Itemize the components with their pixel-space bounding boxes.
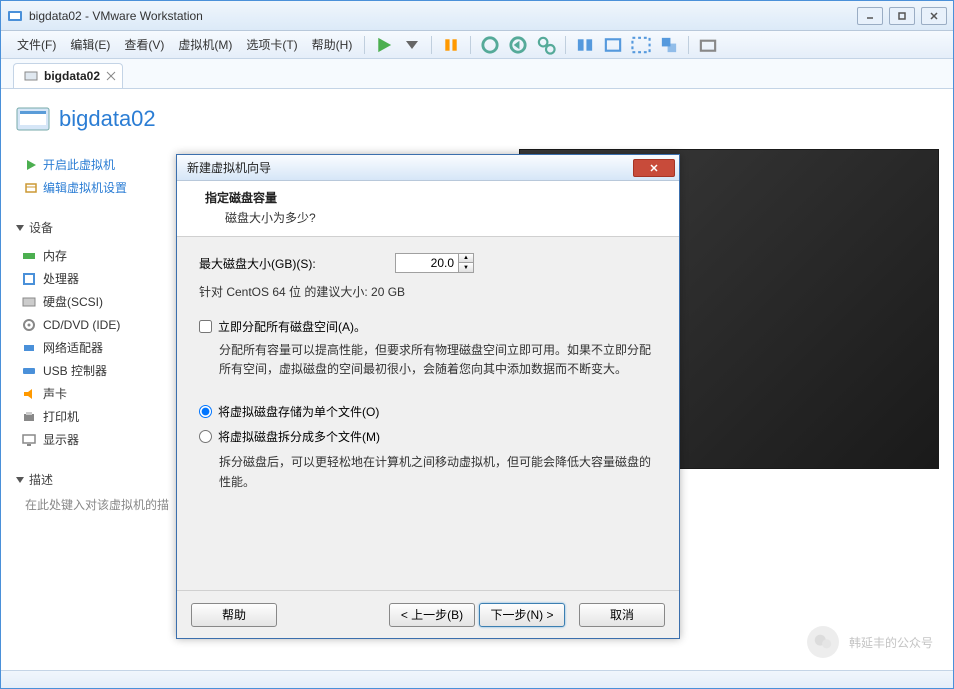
menu-edit[interactable]: 编辑(E) [64,32,116,57]
dialog-title-text: 新建虚拟机向导 [187,159,633,176]
dialog-body: 最大磁盘大小(GB)(S): ▲ ▼ 针对 CentOS 64 位 的建议大小:… [177,237,679,590]
menu-help[interactable]: 帮助(H) [306,32,359,57]
vm-name-label: bigdata02 [59,106,156,132]
store-single-label: 将虚拟磁盘存储为单个文件(O) [218,403,379,420]
store-split-label: 将虚拟磁盘拆分成多个文件(M) [218,428,380,445]
next-button[interactable]: 下一步(N) > [479,603,565,627]
dropdown-icon[interactable] [402,35,422,55]
dialog-close-button[interactable] [633,159,675,177]
tabbar: bigdata02 [1,59,953,89]
store-single-row: 将虚拟磁盘存储为单个文件(O) [199,403,657,420]
vm-tab-icon [24,69,38,83]
cd-icon [21,317,37,333]
devices-label: 设备 [29,219,53,236]
statusbar [1,670,953,688]
library-icon[interactable] [698,35,718,55]
menu-file[interactable]: 文件(F) [11,32,62,57]
vm-title-block: bigdata02 [15,101,271,137]
menubar: 文件(F) 编辑(E) 查看(V) 虚拟机(M) 选项卡(T) 帮助(H) [1,31,953,59]
suspend-icon[interactable] [441,35,461,55]
split-hint-text: 拆分磁盘后，可以更轻松地在计算机之间移动虚拟机，但可能会降低大容量磁盘的性能。 [219,453,657,491]
dialog-header: 指定磁盘容量 磁盘大小为多少? [177,181,679,237]
separator [431,36,432,54]
display-icon [21,432,37,448]
maximize-button[interactable] [889,7,915,25]
edit-settings-label: 编辑虚拟机设置 [43,179,127,196]
allocate-now-checkbox[interactable] [199,320,212,333]
memory-icon [21,248,37,264]
usb-icon [21,363,37,379]
fullscreen-icon[interactable] [631,35,651,55]
power-on-label: 开启此虚拟机 [43,156,115,173]
separator [565,36,566,54]
spinner-buttons: ▲ ▼ [459,253,474,273]
separator [688,36,689,54]
revert-icon[interactable] [508,35,528,55]
network-icon [21,340,37,356]
spinner-down[interactable]: ▼ [459,263,473,272]
cancel-button[interactable]: 取消 [579,603,665,627]
menu-vm[interactable]: 虚拟机(M) [172,32,238,57]
cpu-icon [21,271,37,287]
allocate-hint-text: 分配所有容量可以提高性能，但要求所有物理磁盘空间立即可用。如果不立即分配所有空间… [219,341,657,379]
vm-tab-label: bigdata02 [44,69,100,83]
window-buttons [857,7,947,25]
vm-icon [15,101,51,137]
content-area: bigdata02 开启此虚拟机 编辑虚拟机设置 设备 内存2 G处理器1硬盘(… [1,89,953,670]
store-split-row: 将虚拟磁盘拆分成多个文件(M) [199,428,657,445]
max-disk-row: 最大磁盘大小(GB)(S): ▲ ▼ [199,253,657,273]
max-disk-label: 最大磁盘大小(GB)(S): [199,255,339,272]
separator [470,36,471,54]
max-disk-input[interactable] [395,253,459,273]
snapshot-icon[interactable] [480,35,500,55]
minimize-button[interactable] [857,7,883,25]
unity-icon[interactable] [659,35,679,55]
allocate-now-row: 立即分配所有磁盘空间(A)。 [199,318,657,335]
printer-icon [21,409,37,425]
tab-close-icon[interactable] [106,70,116,80]
store-split-radio[interactable] [199,430,212,443]
watermark: 韩延丰的公众号 [807,626,933,658]
main-window: bigdata02 - VMware Workstation 文件(F) 编辑(… [0,0,954,689]
sound-icon [21,386,37,402]
window-title: bigdata02 - VMware Workstation [29,9,857,23]
store-single-radio[interactable] [199,405,212,418]
spinner-up[interactable]: ▲ [459,254,473,263]
wechat-icon [807,626,839,658]
watermark-text: 韩延丰的公众号 [849,634,933,651]
wizard-subtitle: 磁盘大小为多少? [225,209,661,226]
allocate-now-label: 立即分配所有磁盘空间(A)。 [218,318,366,335]
manage-snapshot-icon[interactable] [536,35,556,55]
back-button[interactable]: < 上一步(B) [389,603,475,627]
description-label: 描述 [29,471,53,488]
app-icon [7,8,23,24]
vm-tab[interactable]: bigdata02 [13,63,123,88]
titlebar: bigdata02 - VMware Workstation [1,1,953,31]
help-button[interactable]: 帮助 [191,603,277,627]
separator [364,36,365,54]
close-button[interactable] [921,7,947,25]
view1-icon[interactable] [575,35,595,55]
dialog-footer: 帮助 < 上一步(B) 下一步(N) > 取消 [177,590,679,638]
disk-icon [21,294,37,310]
play-icon[interactable] [374,35,394,55]
menu-tabs[interactable]: 选项卡(T) [240,32,303,57]
dialog-titlebar: 新建虚拟机向导 [177,155,679,181]
wizard-dialog: 新建虚拟机向导 指定磁盘容量 磁盘大小为多少? 最大磁盘大小(GB)(S): ▲… [176,154,680,639]
menu-view[interactable]: 查看(V) [118,32,170,57]
wizard-title: 指定磁盘容量 [205,189,661,206]
recommended-size-text: 针对 CentOS 64 位 的建议大小: 20 GB [199,283,657,300]
view2-icon[interactable] [603,35,623,55]
